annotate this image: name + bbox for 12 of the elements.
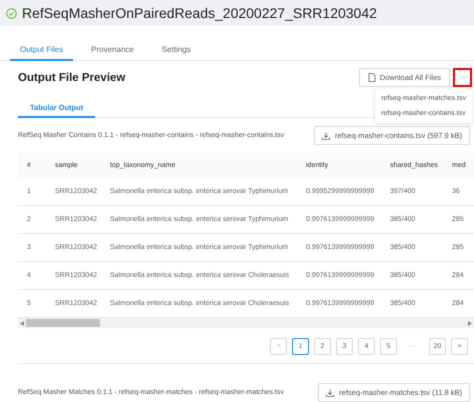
download-icon xyxy=(326,388,334,396)
horizontal-scrollbar[interactable] xyxy=(18,318,474,328)
scroll-left-icon[interactable] xyxy=(20,320,24,326)
check-circle-icon xyxy=(6,8,17,18)
scroll-right-icon[interactable] xyxy=(468,320,472,326)
tab[interactable]: Provenance xyxy=(81,40,144,61)
file-icon xyxy=(368,73,376,82)
tab[interactable]: Settings xyxy=(152,40,201,61)
download-icon xyxy=(322,132,330,140)
page-title: RefSeqMasherOnPairedReads_20200227_SRR1203042 xyxy=(22,5,377,21)
tab[interactable]: Output Files xyxy=(10,40,74,61)
section-title: Output File Preview xyxy=(18,72,126,84)
